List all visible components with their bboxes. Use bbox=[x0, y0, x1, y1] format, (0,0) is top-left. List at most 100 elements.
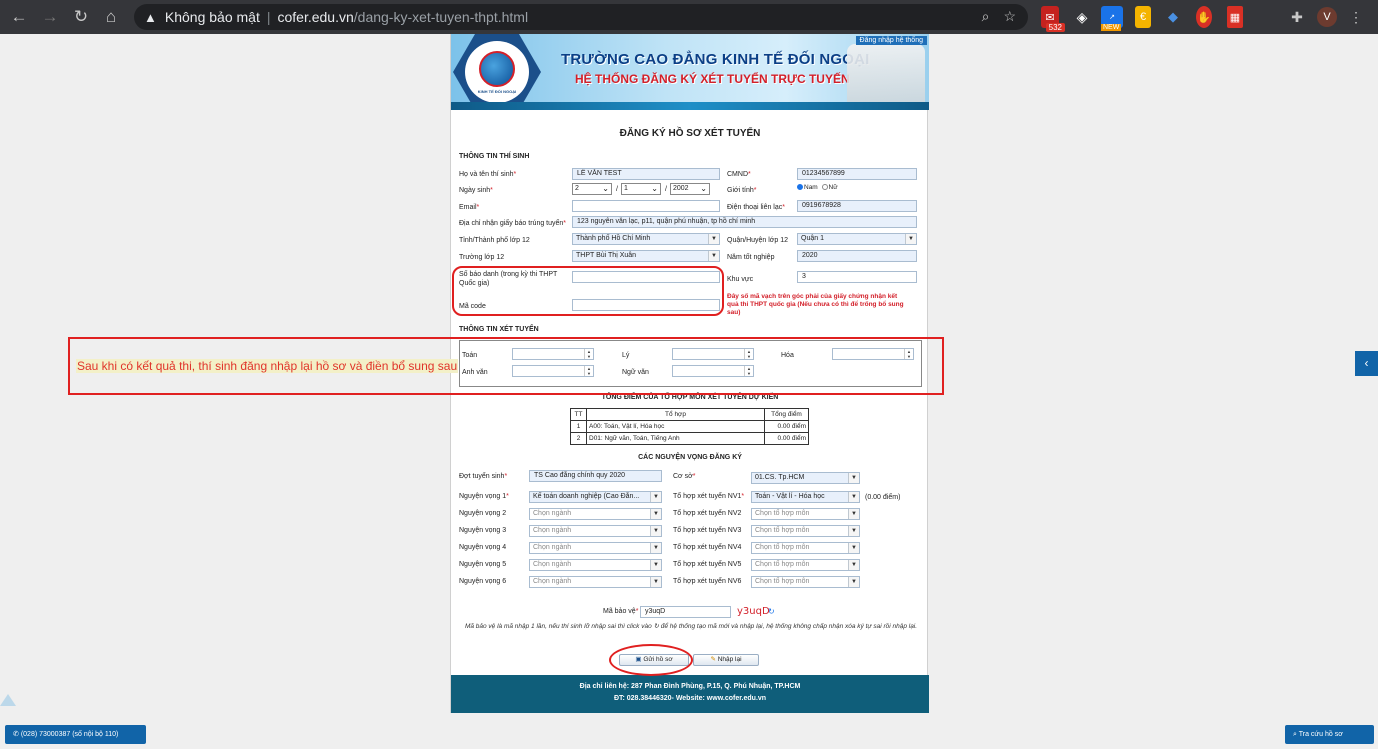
site-banner: KINH TẾ ĐỐI NGOẠI TRƯỜNG CAO ĐẲNG KINH T… bbox=[451, 34, 929, 110]
full-name-label-text: Họ và tên thí sinh bbox=[459, 171, 514, 178]
campus-select[interactable]: 01.CS. Tp.HCM ▼ bbox=[751, 472, 860, 484]
wish-4-value: Chọn ngành bbox=[533, 544, 572, 551]
school-select[interactable]: THPT Bùi Thị Xuân ▼ bbox=[572, 250, 720, 262]
dob-label-text: Ngày sinh bbox=[459, 187, 491, 194]
puzzle-extensions-icon[interactable]: ✚ bbox=[1289, 6, 1305, 28]
school-value: THPT Bùi Thị Xuân bbox=[576, 252, 637, 259]
combo-1-select[interactable]: Toán - Vật lí - Hóa học ▼ bbox=[751, 491, 860, 503]
dob-month-select[interactable]: 1 ⌄ bbox=[621, 183, 661, 195]
new-extension-icon[interactable]: NEW ↗ bbox=[1101, 6, 1123, 31]
combo-2-select[interactable]: Chọn tổ hợp môn ▼ bbox=[751, 508, 860, 520]
mail-extension-icon[interactable]: ✉ 532 bbox=[1041, 6, 1065, 32]
full-name-input[interactable]: LÊ VĂN TEST bbox=[572, 168, 720, 180]
dob-separator: / bbox=[665, 186, 667, 193]
diamond-extension-icon[interactable]: ◆ bbox=[1166, 6, 1180, 28]
email-label: Email* bbox=[459, 204, 480, 211]
address-input[interactable]: 123 nguyễn văn lạc, p11, quận phú nhuận,… bbox=[572, 216, 917, 228]
table-header: TT bbox=[570, 408, 587, 421]
captcha-refresh-icon[interactable]: ↻ bbox=[768, 607, 775, 616]
email-input[interactable] bbox=[572, 200, 720, 212]
hotline-label: (028) 73000387 (số nội bộ 110) bbox=[20, 731, 119, 738]
coin-extension-icon[interactable]: € bbox=[1135, 6, 1151, 28]
wish-6-select[interactable]: Chọn ngành ▼ bbox=[529, 576, 662, 588]
wish-5-select[interactable]: Chọn ngành ▼ bbox=[529, 559, 662, 571]
province-select[interactable]: Thành phố Hồ Chí Minh ▼ bbox=[572, 233, 720, 245]
address-label: Địa chỉ nhận giấy báo trúng tuyển* bbox=[459, 220, 567, 227]
side-panel-toggle[interactable]: ‹ bbox=[1355, 351, 1378, 376]
dropdown-arrow-icon: ▼ bbox=[848, 560, 859, 570]
url-separator: | bbox=[266, 9, 271, 25]
back-icon[interactable]: ← bbox=[4, 2, 34, 32]
district-select[interactable]: Quận 1 ▼ bbox=[797, 233, 917, 245]
profile-avatar[interactable]: V bbox=[1317, 7, 1337, 27]
wish-1-select[interactable]: Kế toán doanh nghiệp (Cao Đẳn... ▼ bbox=[529, 491, 662, 503]
combo-6-select[interactable]: Chọn tổ hợp môn ▼ bbox=[751, 576, 860, 588]
id-label-text: CMND bbox=[727, 171, 748, 178]
wish-2-select[interactable]: Chọn ngành ▼ bbox=[529, 508, 662, 520]
hotline-widget[interactable]: ✆ (028) 73000387 (số nội bộ 110) bbox=[5, 725, 146, 744]
phone-label-text: Điện thoại liên lạc bbox=[727, 204, 783, 211]
dropdown-arrow-icon: ▼ bbox=[650, 509, 661, 519]
kebab-menu-icon[interactable]: ⋮ bbox=[1349, 6, 1363, 28]
combo-3-select[interactable]: Chọn tổ hợp môn ▼ bbox=[751, 525, 860, 537]
combo-5-select[interactable]: Chọn tổ hợp môn ▼ bbox=[751, 559, 860, 571]
wish-3-select[interactable]: Chọn ngành ▼ bbox=[529, 525, 662, 537]
address-bar[interactable]: ▲ Không bảo mật | cofer.edu.vn/dang-ky-x… bbox=[134, 4, 1028, 30]
globe-logo-icon bbox=[479, 50, 515, 87]
wish-5-label: Nguyện vọng 5 bbox=[459, 561, 507, 568]
wishes-title: CÁC NGUYỆN VỌNG ĐĂNG KÝ bbox=[638, 454, 742, 461]
grad-year-input[interactable]: 2020 bbox=[797, 250, 917, 262]
round-label: Đợt tuyển sinh* bbox=[459, 473, 508, 480]
scroll-top-icon[interactable] bbox=[0, 694, 16, 706]
warning-icon: ▲ bbox=[144, 9, 157, 25]
dropdown-arrow-icon: ▼ bbox=[848, 509, 859, 519]
reload-icon[interactable]: ↻ bbox=[66, 2, 96, 32]
dob-day-select[interactable]: 2 ⌄ bbox=[572, 183, 612, 195]
combo-4-value: Chọn tổ hợp môn bbox=[755, 544, 810, 551]
dob-separator: / bbox=[616, 186, 618, 193]
wish-4-select[interactable]: Chọn ngành ▼ bbox=[529, 542, 662, 554]
wish-5-value: Chọn ngành bbox=[533, 561, 572, 568]
gender-male-radio[interactable] bbox=[797, 184, 803, 191]
login-link[interactable]: Đăng nhập hệ thống bbox=[855, 36, 927, 45]
annotation-note: Sau khi có kết quả thi, thí sinh đăng nh… bbox=[76, 359, 459, 373]
footer-contact: ĐT: 028.38446320- Website: www.cofer.edu… bbox=[613, 695, 767, 702]
phone-input[interactable]: 0919678928 bbox=[797, 200, 917, 212]
reset-button[interactable]: ✎ Nhập lại bbox=[693, 654, 759, 666]
hand-extension-icon[interactable]: ✋ bbox=[1196, 6, 1212, 28]
college-logo[interactable]: KINH TẾ ĐỐI NGOẠI bbox=[453, 34, 541, 110]
grid-extension-icon[interactable]: ▦ bbox=[1227, 6, 1243, 28]
wish-4-label: Nguyện vọng 4 bbox=[459, 544, 507, 551]
college-name: TRƯỜNG CAO ĐẲNG KINH TẾ ĐỐI NGOẠI bbox=[561, 51, 870, 68]
dropdown-arrow-icon: ▼ bbox=[650, 543, 661, 553]
wish-6-value: Chọn ngành bbox=[533, 578, 572, 585]
combo-1-value: Toán - Vật lí - Hóa học bbox=[755, 493, 825, 500]
url-host: cofer.edu.vn bbox=[277, 9, 354, 25]
table-row: 2 D01: Ngữ văn, Toán, Tiếng Anh 0.00 điể… bbox=[570, 432, 809, 445]
bookmark-star-icon[interactable]: ☆ bbox=[1003, 8, 1016, 25]
system-name: HỆ THỐNG ĐĂNG KÝ XÉT TUYỂN TRỰC TUYẾN bbox=[575, 72, 850, 86]
captcha-image: y3uqD bbox=[737, 606, 770, 617]
forward-icon[interactable]: → bbox=[35, 2, 65, 32]
chevron-down-icon: ⌄ bbox=[602, 184, 609, 193]
captcha-input[interactable]: y3uqD bbox=[640, 606, 731, 618]
dropdown-arrow-icon: ▼ bbox=[708, 234, 719, 244]
combo-4-select[interactable]: Chọn tổ hợp môn ▼ bbox=[751, 542, 860, 554]
grad-year-label: Năm tốt nghiệp bbox=[727, 254, 775, 261]
home-icon[interactable]: ⌂ bbox=[96, 2, 126, 32]
full-name-label: Họ và tên thí sinh* bbox=[459, 171, 517, 178]
dob-year-select[interactable]: 2002 ⌄ bbox=[670, 183, 710, 195]
shield-extension-icon[interactable]: ◈ bbox=[1073, 6, 1091, 28]
broom-icon: ✎ bbox=[710, 656, 716, 663]
section-admission-info: THÔNG TIN XÉT TUYỂN bbox=[459, 326, 539, 333]
table-cell: 2 bbox=[570, 432, 587, 445]
dropdown-arrow-icon: ▼ bbox=[848, 473, 859, 483]
form-title: ĐĂNG KÝ HỒ SƠ XÉT TUYỂN bbox=[619, 128, 761, 139]
dropdown-arrow-icon: ▼ bbox=[650, 560, 661, 570]
lookup-widget[interactable]: ⌕ Tra cứu hồ sơ bbox=[1285, 725, 1374, 744]
round-input[interactable]: TS Cao đẳng chính quy 2020 bbox=[529, 470, 662, 482]
zoom-icon[interactable]: ⌕ bbox=[982, 8, 990, 25]
region-input[interactable]: 3 bbox=[797, 271, 917, 283]
id-number-input[interactable]: 01234567899 bbox=[797, 168, 917, 180]
gender-female-radio[interactable] bbox=[821, 184, 828, 191]
